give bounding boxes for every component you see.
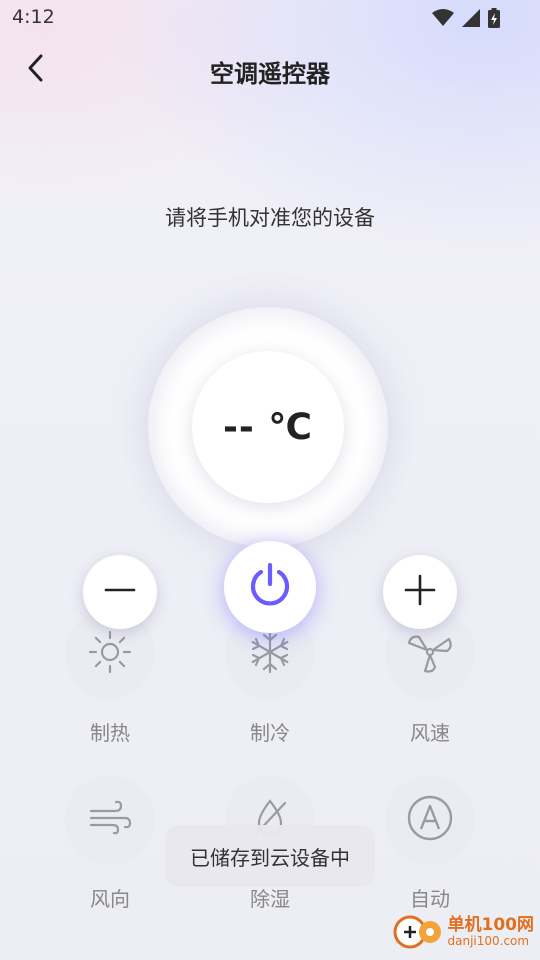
fan-icon — [405, 629, 455, 679]
snowflake-icon — [247, 629, 293, 679]
watermark: 单机100网 danji100.com — [392, 908, 535, 956]
auto-icon — [405, 793, 455, 847]
mode-cool-label: 制冷 — [250, 721, 290, 745]
page-title: 空调遥控器 — [210, 60, 330, 88]
minus-icon — [104, 574, 136, 610]
watermark-text: 单机100网 — [447, 915, 535, 936]
plus-icon — [404, 574, 436, 610]
sun-icon — [87, 629, 133, 679]
mode-fan-speed-label: 风速 — [410, 721, 450, 745]
status-time: 4:12 — [12, 6, 55, 28]
mode-auto-button[interactable] — [385, 775, 475, 865]
mode-fan-speed[interactable]: 风速 — [385, 609, 475, 746]
status-icons — [432, 8, 500, 32]
watermark-logo-icon — [392, 908, 444, 956]
mode-wind-direction[interactable]: 风向 — [65, 775, 155, 912]
power-button[interactable] — [224, 541, 316, 633]
mode-auto[interactable]: 自动 — [385, 775, 475, 912]
status-bar: 4:12 — [0, 0, 540, 36]
temperature-down-button[interactable] — [83, 555, 157, 629]
watermark-url: danji100.com — [447, 933, 530, 948]
mode-dehumidify-label: 除湿 — [250, 887, 290, 911]
signal-icon — [462, 9, 480, 31]
temperature-up-button[interactable] — [383, 555, 457, 629]
power-icon — [245, 560, 295, 614]
mode-wind-direction-button[interactable] — [65, 775, 155, 865]
top-bar: 空调遥控器 — [0, 42, 540, 98]
temperature-display: -- ℃ — [192, 351, 344, 503]
mode-heat[interactable]: 制热 — [65, 609, 155, 746]
battery-icon — [488, 8, 500, 32]
wind-icon — [87, 795, 133, 845]
mode-wind-direction-label: 风向 — [90, 887, 130, 911]
temperature-value: -- ℃ — [222, 406, 313, 448]
mode-heat-label: 制热 — [90, 721, 130, 745]
instruction-text: 请将手机对准您的设备 — [165, 206, 375, 230]
wifi-icon — [432, 9, 454, 31]
toast-message: 已储存到云设备中 — [165, 825, 375, 887]
